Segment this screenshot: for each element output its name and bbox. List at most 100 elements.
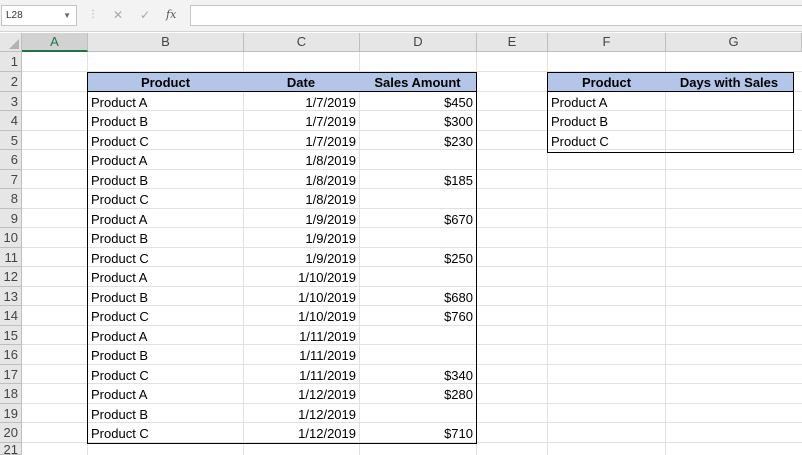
date-cell[interactable]: 1/7/2019 <box>243 112 359 131</box>
row-header-18[interactable]: 18 <box>0 384 22 404</box>
sales-header-sales-amount[interactable]: Sales Amount <box>359 73 476 92</box>
summary-header-days-with-sales[interactable]: Days with Sales <box>665 73 793 92</box>
sales-amount-cell[interactable] <box>359 327 476 346</box>
date-cell[interactable]: 1/10/2019 <box>243 307 359 326</box>
product-cell[interactable]: Product C <box>88 424 243 443</box>
row-header-10[interactable]: 10 <box>0 228 22 248</box>
formula-input[interactable] <box>190 5 802 26</box>
sales-amount-cell[interactable]: $340 <box>359 366 476 385</box>
row-header-15[interactable]: 15 <box>0 326 22 345</box>
product-cell[interactable]: Product C <box>88 307 243 326</box>
sales-amount-cell[interactable]: $710 <box>359 424 476 443</box>
column-header-d[interactable]: D <box>360 33 477 52</box>
row-header-20[interactable]: 20 <box>0 423 22 443</box>
product-cell[interactable]: Product C <box>88 132 243 151</box>
date-cell[interactable]: 1/9/2019 <box>243 210 359 229</box>
date-cell[interactable]: 1/8/2019 <box>243 171 359 190</box>
sales-header-product[interactable]: Product <box>88 73 243 92</box>
row-header-13[interactable]: 13 <box>0 287 22 306</box>
row-header-9[interactable]: 9 <box>0 209 22 228</box>
product-cell[interactable]: Product A <box>88 210 243 229</box>
product-cell[interactable]: Product B <box>88 288 243 307</box>
date-cell[interactable]: 1/10/2019 <box>243 268 359 287</box>
date-cell[interactable]: 1/12/2019 <box>243 385 359 404</box>
column-header-c[interactable]: C <box>244 33 360 52</box>
sales-amount-cell[interactable] <box>359 268 476 287</box>
sales-amount-cell[interactable]: $230 <box>359 132 476 151</box>
sales-amount-cell[interactable]: $300 <box>359 112 476 131</box>
date-cell[interactable]: 1/9/2019 <box>243 249 359 268</box>
summary-product-cell[interactable]: Product A <box>548 93 665 112</box>
chevron-down-icon[interactable]: ▼ <box>63 6 71 25</box>
sales-amount-cell[interactable]: $760 <box>359 307 476 326</box>
date-cell[interactable]: 1/11/2019 <box>243 366 359 385</box>
sales-amount-cell[interactable]: $280 <box>359 385 476 404</box>
row-header-3[interactable]: 3 <box>0 92 22 111</box>
date-cell[interactable]: 1/8/2019 <box>243 151 359 170</box>
sales-amount-cell[interactable] <box>359 190 476 209</box>
product-cell[interactable]: Product B <box>88 346 243 365</box>
product-cell[interactable]: Product B <box>88 405 243 424</box>
sales-amount-cell[interactable] <box>359 151 476 170</box>
column-header-f[interactable]: F <box>548 33 666 52</box>
date-cell[interactable]: 1/11/2019 <box>243 346 359 365</box>
summary-days-cell[interactable] <box>665 112 793 131</box>
summary-product-cell[interactable]: Product C <box>548 132 665 151</box>
cancel-icon[interactable]: ✕ <box>113 8 123 22</box>
row-header-11[interactable]: 11 <box>0 248 22 267</box>
row-header-4[interactable]: 4 <box>0 111 22 131</box>
product-cell[interactable]: Product A <box>88 93 243 112</box>
row-header-1[interactable]: 1 <box>0 52 22 72</box>
product-cell[interactable]: Product A <box>88 151 243 170</box>
date-cell[interactable]: 1/12/2019 <box>243 424 359 443</box>
row-header-5[interactable]: 5 <box>0 131 22 150</box>
row-header-7[interactable]: 7 <box>0 170 22 189</box>
summary-product-cell[interactable]: Product B <box>548 112 665 131</box>
product-cell[interactable]: Product B <box>88 112 243 131</box>
product-cell[interactable]: Product C <box>88 366 243 385</box>
row-header-12[interactable]: 12 <box>0 267 22 287</box>
date-cell[interactable]: 1/9/2019 <box>243 229 359 248</box>
sales-amount-cell[interactable] <box>359 346 476 365</box>
product-cell[interactable]: Product A <box>88 268 243 287</box>
product-cell[interactable]: Product A <box>88 327 243 346</box>
enter-icon[interactable]: ✓ <box>140 8 150 22</box>
row-header-8[interactable]: 8 <box>0 189 22 209</box>
row-header-17[interactable]: 17 <box>0 365 22 384</box>
row-header-19[interactable]: 19 <box>0 404 22 423</box>
date-cell[interactable]: 1/7/2019 <box>243 132 359 151</box>
product-cell[interactable]: Product C <box>88 190 243 209</box>
summary-days-cell[interactable] <box>665 132 793 151</box>
sales-amount-cell[interactable]: $680 <box>359 288 476 307</box>
row-header-21[interactable]: 21 <box>0 443 22 455</box>
sales-amount-cell[interactable]: $250 <box>359 249 476 268</box>
date-cell[interactable]: 1/10/2019 <box>243 288 359 307</box>
row-header-14[interactable]: 14 <box>0 306 22 326</box>
column-header-b[interactable]: B <box>88 33 244 52</box>
sales-amount-cell[interactable]: $185 <box>359 171 476 190</box>
product-cell[interactable]: Product A <box>88 385 243 404</box>
row-header-16[interactable]: 16 <box>0 345 22 365</box>
date-cell[interactable]: 1/7/2019 <box>243 93 359 112</box>
name-box[interactable]: L28 ▼ <box>1 5 77 26</box>
date-cell[interactable]: 1/11/2019 <box>243 327 359 346</box>
product-cell[interactable]: Product C <box>88 249 243 268</box>
column-header-e[interactable]: E <box>477 33 548 52</box>
insert-function-icon[interactable]: fx <box>166 8 176 22</box>
product-cell[interactable]: Product B <box>88 171 243 190</box>
sales-header-date[interactable]: Date <box>243 73 359 92</box>
sales-amount-cell[interactable] <box>359 229 476 248</box>
sales-amount-cell[interactable] <box>359 405 476 424</box>
date-cell[interactable]: 1/8/2019 <box>243 190 359 209</box>
select-all-button[interactable] <box>0 33 22 52</box>
sales-amount-cell[interactable]: $670 <box>359 210 476 229</box>
summary-days-cell[interactable] <box>665 93 793 112</box>
date-cell[interactable]: 1/12/2019 <box>243 405 359 424</box>
row-header-2[interactable]: 2 <box>0 72 22 92</box>
product-cell[interactable]: Product B <box>88 229 243 248</box>
row-header-6[interactable]: 6 <box>0 150 22 170</box>
sales-amount-cell[interactable]: $450 <box>359 93 476 112</box>
column-header-g[interactable]: G <box>666 33 802 52</box>
summary-header-product[interactable]: Product <box>548 73 665 92</box>
drag-handle-icon[interactable]: ⋮ <box>88 9 98 21</box>
